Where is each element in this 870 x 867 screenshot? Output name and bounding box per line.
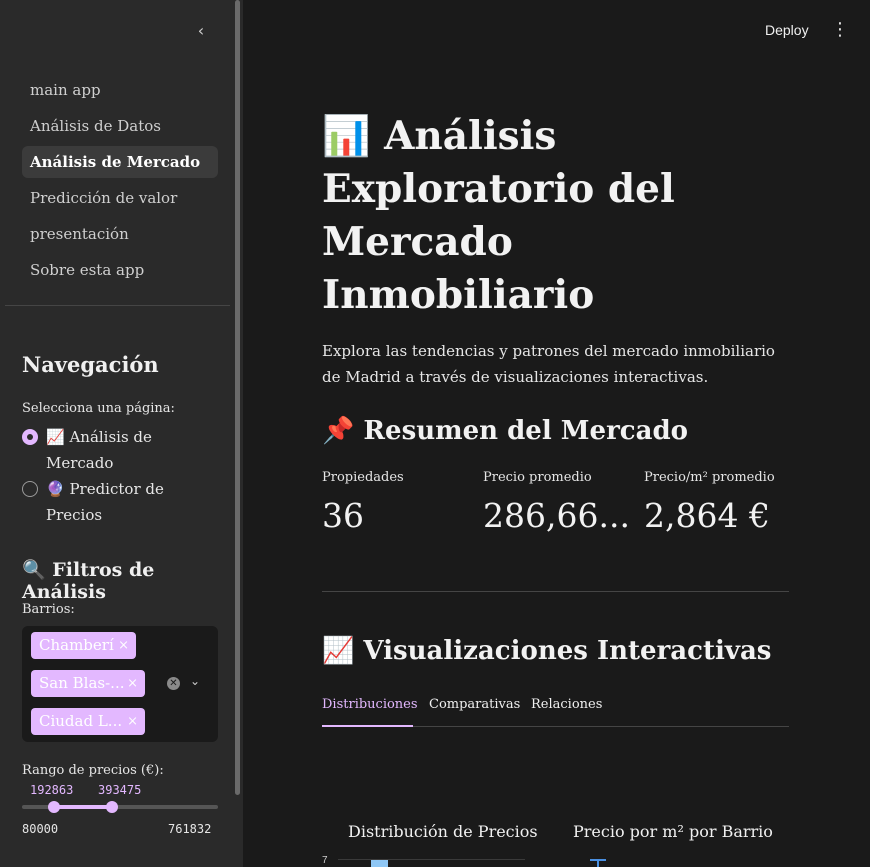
sidebar: ‹ main app Análisis de Datos Análisis de… [0,0,243,867]
summary-heading: 📌 Resumen del Mercado [322,416,688,446]
page-link-analisis-mercado[interactable]: Análisis de Mercado [22,146,218,178]
active-tab-indicator [322,725,413,727]
chart-title-precio-m2-barrio: Precio por m² por Barrio [573,822,773,841]
metric-value-precio-m2: 2,864 € [644,496,770,535]
deploy-button[interactable]: Deploy [765,22,809,38]
page-link-presentacion[interactable]: presentación [22,218,218,250]
page-link-sobre-app[interactable]: Sobre esta app [22,254,218,286]
navigation-heading: Navegación [22,352,159,377]
barrios-multiselect[interactable]: Chamberí × San Blas-... × Ciudad L... × … [22,626,218,742]
page-link-main-app[interactable]: main app [22,74,218,106]
slider-low-value: 192863 [30,783,74,797]
chart-title-distribucion-precios: Distribución de Precios [348,822,538,841]
price-range-slider[interactable] [22,801,218,813]
vertical-dots-icon[interactable]: ⋮ [831,20,849,40]
filters-heading: 🔍 Filtros de Análisis [22,559,155,603]
slider-low-handle[interactable] [48,801,61,813]
metric-label-precio-m2: Precio/m² promedio [644,470,775,485]
radio-label-analisis-mercado[interactable]: 📈 Análisis de Mercado [46,424,206,476]
chip-label: Chamberí [39,636,114,654]
chart-gridline [338,859,525,860]
tab-comparativas[interactable]: Comparativas [429,697,520,712]
boxplot-whisker [597,859,599,867]
intro-text: Explora las tendencias y patrones del me… [322,342,775,386]
chip-san-blas: San Blas-... × [31,670,145,697]
sidebar-divider [5,305,230,306]
slider-high-value: 393475 [98,783,142,797]
histogram-bar[interactable] [371,860,388,867]
metric-value-propiedades: 36 [322,496,364,535]
tab-relaciones[interactable]: Relaciones [531,697,602,712]
chip-chamberi: Chamberí × [31,632,136,659]
chip-ciudad-lineal: Ciudad L... × [31,708,145,735]
slider-fill [54,805,113,809]
chip-label: San Blas-... [39,674,125,692]
chip-label: Ciudad L... [39,712,123,730]
metric-label-precio-promedio: Precio promedio [483,470,592,485]
chevron-down-icon[interactable]: ⌄ [190,674,200,688]
close-icon[interactable]: × [127,670,138,697]
page-select-label: Selecciona una página: [22,401,175,416]
page-link-prediccion-valor[interactable]: Predicción de valor [22,182,218,214]
slider-min-label: 80000 [22,822,59,836]
chart-y-tick: 7 [322,855,328,866]
clear-all-icon[interactable]: ✕ [167,677,180,690]
barrios-label: Barrios: [22,602,75,617]
tab-distribuciones[interactable]: Distribuciones [322,697,418,712]
metric-value-precio-promedio: 286,66... [483,496,630,535]
close-icon[interactable]: × [127,708,138,735]
chevron-left-icon[interactable]: ‹ [192,22,210,40]
radio-analisis-mercado[interactable] [22,429,38,445]
viz-heading: 📈 Visualizaciones Interactivas [322,636,772,666]
slider-high-handle[interactable] [106,801,119,813]
metric-label-propiedades: Propiedades [322,470,404,485]
close-icon[interactable]: × [118,632,129,659]
section-divider [322,591,789,592]
page-title: 📊 Análisis Exploratorio del Mercado Inmo… [322,113,675,318]
slider-max-label: 761832 [168,822,212,836]
radio-label-predictor-precios[interactable]: 🔮 Predictor de Precios [46,476,206,528]
price-range-label: Rango de precios (€): [22,763,164,778]
radio-predictor-precios[interactable] [22,481,38,497]
page-link-analisis-datos[interactable]: Análisis de Datos [22,110,218,142]
sidebar-scrollbar[interactable] [235,0,240,795]
